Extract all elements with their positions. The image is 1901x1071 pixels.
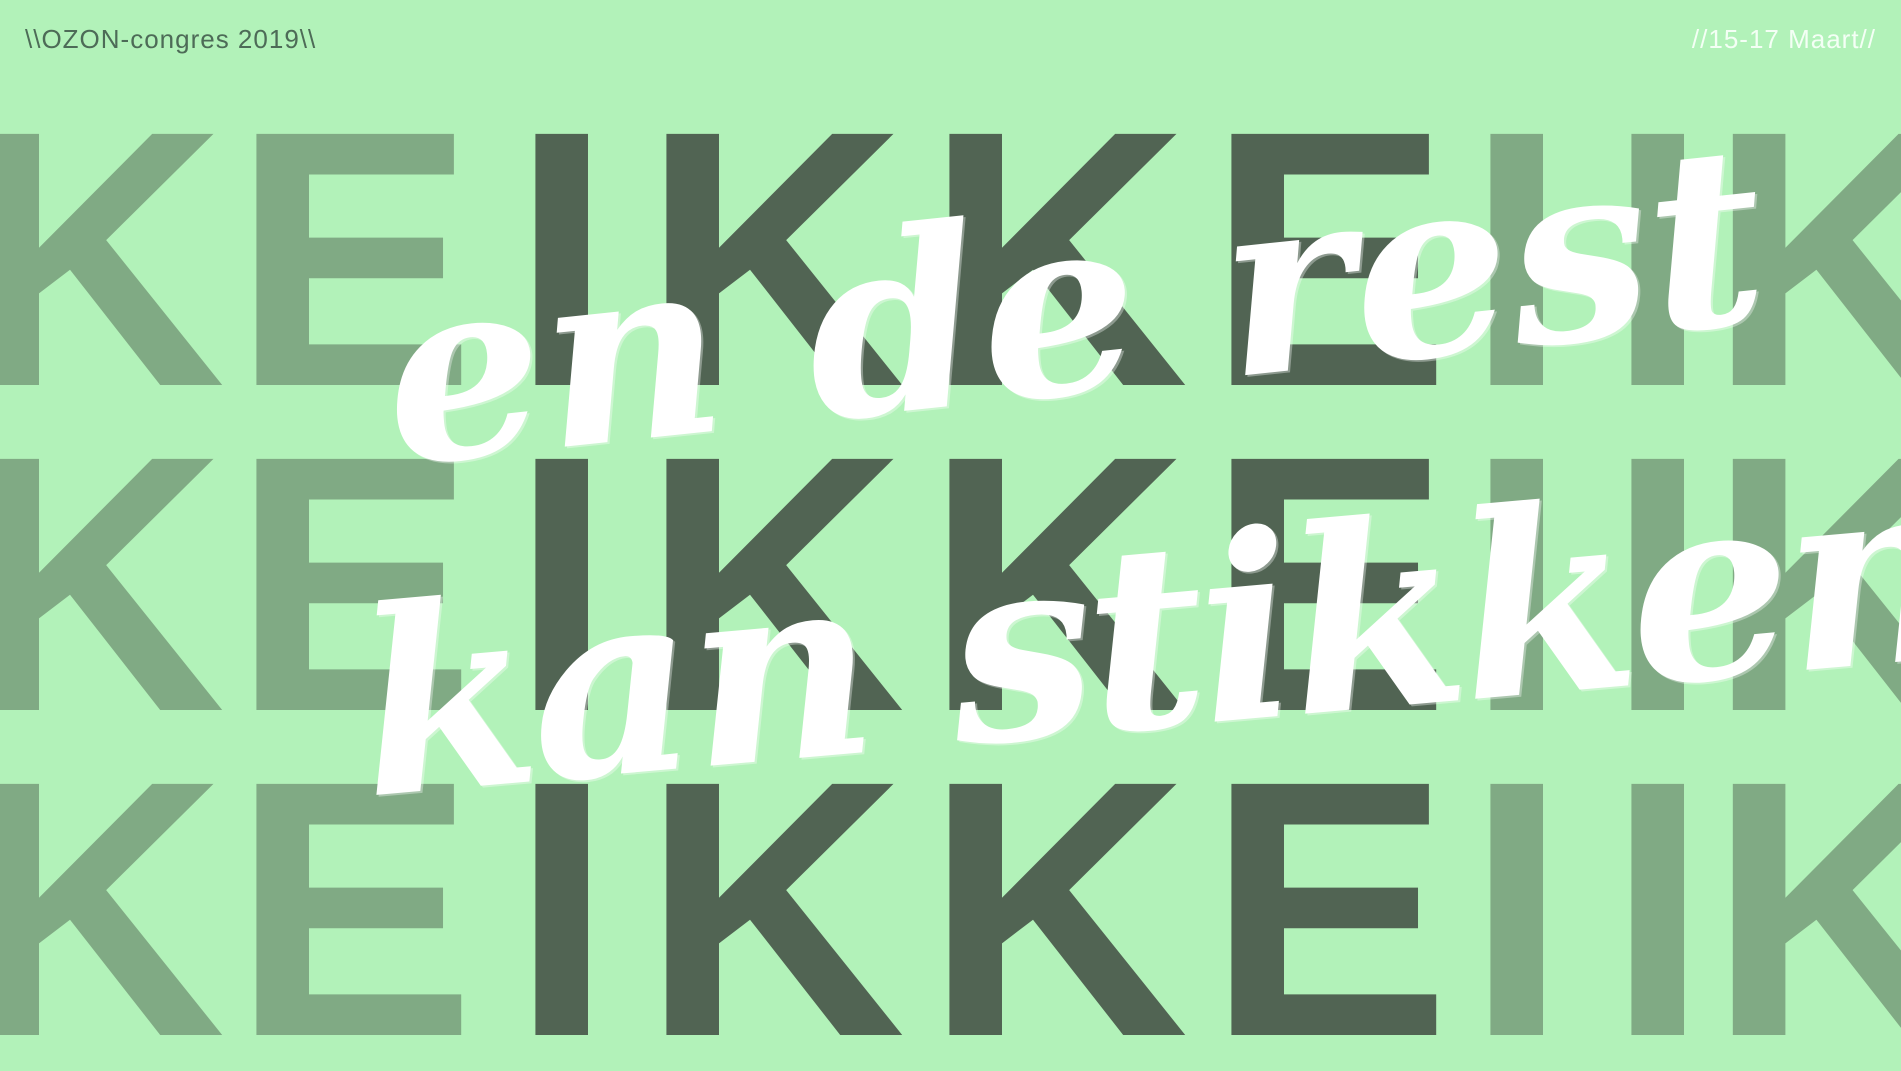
event-dates: //15-17 Maart//	[1691, 24, 1876, 54]
letter-block: IK	[1607, 779, 1901, 1041]
letter-block: KE	[0, 129, 232, 391]
letter-block: KE	[0, 454, 232, 716]
event-title: \\OZON-congres 2019\\	[25, 24, 317, 54]
ikke-row-3: KE E I K K E I IK	[0, 779, 1901, 1041]
letter-block: E	[1207, 779, 1451, 1041]
letter-block: I	[1466, 779, 1568, 1041]
letter-block: KE	[0, 779, 232, 1041]
poster: \\OZON-congres 2019\\ //15-17 Maart// KE…	[0, 0, 1901, 1071]
letter-block: K	[925, 779, 1189, 1041]
